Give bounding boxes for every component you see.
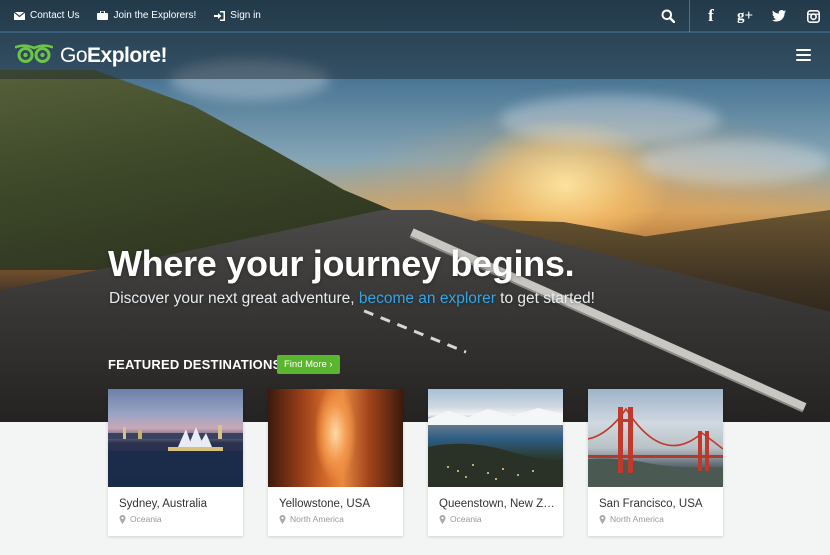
- destination-title: Yellowstone, USA: [279, 498, 370, 510]
- instagram-icon[interactable]: [796, 0, 830, 32]
- destination-card[interactable]: Sydney, Australia Oceania: [108, 389, 243, 536]
- destination-card[interactable]: Yellowstone, USA North America: [268, 389, 403, 536]
- owl-eyes-icon: [14, 43, 54, 69]
- destination-card[interactable]: Queenstown, New Zealand Oceania: [428, 389, 563, 536]
- top-bar: Contact Us Join the Explorers! Sign in f…: [0, 0, 830, 32]
- hamburger-menu-icon[interactable]: [796, 49, 811, 61]
- contact-us-label: Contact Us: [30, 10, 80, 21]
- destination-region: Oceania: [439, 514, 482, 524]
- cloud: [500, 95, 720, 145]
- hero-headline: Where your journey begins.: [108, 243, 575, 284]
- facebook-icon[interactable]: f: [694, 0, 728, 32]
- join-explorers-link[interactable]: Join the Explorers!: [96, 10, 196, 22]
- destination-image: [428, 389, 563, 487]
- envelope-icon: [13, 10, 25, 22]
- destination-region: North America: [279, 514, 344, 524]
- destination-region: North America: [599, 514, 664, 524]
- logo[interactable]: GoExplore!: [14, 43, 168, 69]
- search-icon[interactable]: [651, 0, 685, 32]
- destination-title: Sydney, Australia: [119, 498, 208, 510]
- find-more-button[interactable]: Find More ›: [277, 355, 340, 374]
- map-pin-icon: [279, 514, 286, 524]
- map-pin-icon: [599, 514, 606, 524]
- join-explorers-label: Join the Explorers!: [113, 10, 197, 21]
- destination-image: [108, 389, 243, 487]
- sign-in-label: Sign in: [230, 10, 261, 21]
- social-links: f g+: [651, 0, 830, 32]
- nav-bar: GoExplore!: [0, 33, 830, 79]
- google-plus-icon[interactable]: g+: [728, 0, 762, 32]
- divider: [689, 0, 690, 32]
- destination-title: San Francisco, USA: [599, 498, 703, 510]
- destination-region: Oceania: [119, 514, 162, 524]
- destination-card[interactable]: San Francisco, USA North America: [588, 389, 723, 536]
- destination-image: [268, 389, 403, 487]
- contact-us-link[interactable]: Contact Us: [13, 10, 79, 22]
- hero-subheadline: Discover your next great adventure, beco…: [109, 290, 595, 307]
- cloud: [640, 140, 830, 185]
- twitter-icon[interactable]: [762, 0, 796, 32]
- become-explorer-link[interactable]: become an explorer: [359, 290, 496, 307]
- logo-text: GoExplore!: [60, 44, 168, 67]
- map-pin-icon: [439, 514, 446, 524]
- destination-title: Queenstown, New Zealand: [439, 498, 557, 510]
- featured-destinations-heading: FEATURED DESTINATIONS: [108, 357, 282, 372]
- map-pin-icon: [119, 514, 126, 524]
- sign-in-link[interactable]: Sign in: [213, 10, 261, 22]
- briefcase-icon: [96, 10, 108, 22]
- sign-in-icon: [213, 10, 225, 22]
- destination-image: [588, 389, 723, 487]
